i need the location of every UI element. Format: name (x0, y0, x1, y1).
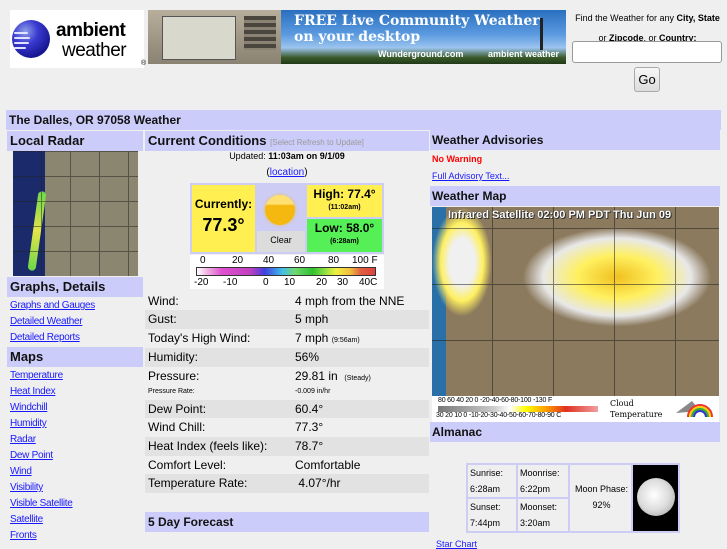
five-day-forecast-header: 5 Day Forecast (145, 512, 429, 532)
map-link-visible-satellite[interactable]: Visible Satellite (10, 498, 73, 509)
local-radar-header: Local Radar (7, 131, 143, 151)
globe-icon (12, 20, 50, 58)
current-temperature: Currently: 77.3° (192, 185, 255, 252)
sun-icon (265, 195, 295, 225)
registered-mark: ® (141, 60, 147, 67)
full-advisory-link[interactable]: Full Advisory Text... (432, 171, 509, 181)
weather-map-header: Weather Map (430, 186, 720, 206)
row-temperature-rate: Temperature Rate: 4.07°/hr (145, 474, 429, 493)
row-gust: Gust: 5 mph (145, 310, 429, 329)
moonset-cell: Moonset: 3:20am (518, 499, 568, 531)
wunderground-logo-icon (676, 401, 713, 418)
go-button[interactable]: Go (634, 67, 660, 92)
moon-phase-image (633, 465, 678, 531)
moon-phase-cell: Moon Phase: 92% (570, 465, 631, 531)
banner-headline: FREE Live Community Weather (294, 13, 540, 29)
row-humidity: Humidity: 56% (145, 348, 429, 367)
current-temp-value: 77.3° (202, 215, 245, 235)
banner-subheadline: on your desktop (294, 29, 421, 45)
sunrise-cell: Sunrise: 6:28am (468, 465, 516, 497)
high-temperature: High: 77.4° (11:02am) (307, 185, 382, 217)
sky-condition-text: Clear (270, 235, 292, 245)
banner-partner-wunderground: Wunderground.com (378, 49, 464, 59)
page-title: The Dalles, OR 97058 Weather (6, 110, 721, 130)
current-conditions-header: Current Conditions [Select Refresh to Up… (145, 131, 429, 151)
link-detailed-weather[interactable]: Detailed Weather (10, 316, 83, 327)
color-scale-bar (196, 267, 376, 276)
row-high-wind: Today's High Wind: 7 mph (9:56am) (148, 331, 360, 345)
satellite-map-title: Infrared Satellite 02:00 PM PDT Thu Jun … (448, 209, 672, 221)
refresh-hint: [Select Refresh to Update] (270, 138, 364, 147)
row-wind: Wind: 4 mph from the NNE (148, 294, 405, 308)
low-temperature: Low: 58.0° (6:28am) (307, 219, 382, 252)
star-chart-link[interactable]: Star Chart (436, 539, 477, 549)
infrared-satellite-map[interactable]: Infrared Satellite 02:00 PM PDT Thu Jun … (432, 207, 719, 396)
map-link-radar[interactable]: Radar (10, 434, 36, 445)
logo-text-weather: weather (62, 40, 127, 61)
map-link-windchill[interactable]: Windchill (10, 402, 48, 413)
row-heat-index: Heat Index (feels like): 78.7° (145, 437, 429, 456)
wind-vane-icon (540, 18, 543, 50)
sky-condition: Clear (257, 185, 305, 252)
ambient-weather-logo[interactable]: ambient weather ® (10, 10, 147, 68)
map-link-visibility[interactable]: Visibility (10, 482, 43, 493)
weather-advisories-header: Weather Advisories (430, 130, 720, 150)
link-graphs-and-gauges[interactable]: Graphs and Gauges (10, 300, 95, 311)
row-pressure-rate: Pressure Rate: -0.009 in/hr (148, 388, 331, 395)
updated-timestamp: Updated: 11:03am on 9/1/09 (229, 151, 345, 161)
map-link-dew-point[interactable]: Dew Point (10, 450, 53, 461)
promo-banner[interactable]: FREE Live Community Weather on your desk… (148, 10, 566, 64)
row-pressure: Pressure: 29.81 in (Steady) (148, 369, 371, 383)
map-link-fronts[interactable]: Fronts (10, 530, 37, 541)
map-link-heat-index[interactable]: Heat Index (10, 386, 56, 397)
link-detailed-reports[interactable]: Detailed Reports (10, 332, 80, 343)
temperature-color-scale: 0 20 40 60 80 100 F -20 -10 0 10 20 30 4… (190, 255, 384, 289)
weather-station-image (148, 10, 281, 64)
location-line: (location) (266, 167, 308, 178)
cloud-temperature-legend: 80 60 40 20 0 -20-40-60-80-100 -130 F 30… (432, 396, 719, 422)
local-radar-map[interactable] (13, 151, 138, 276)
map-link-satellite[interactable]: Satellite (10, 514, 43, 525)
warning-status: No Warning (432, 154, 483, 164)
logo-text-ambient: ambient (56, 20, 126, 41)
location-link[interactable]: location (270, 167, 304, 178)
row-dew-point: Dew Point: 60.4° (145, 400, 429, 418)
moon-icon (637, 478, 675, 516)
graphs-details-header: Graphs, Details (7, 277, 143, 297)
row-wind-chill: Wind Chill: 77.3° (148, 420, 324, 434)
almanac-header: Almanac (430, 422, 720, 442)
moonrise-cell: Moonrise: 6:22pm (518, 465, 568, 497)
map-link-wind[interactable]: Wind (10, 466, 32, 477)
map-link-temperature[interactable]: Temperature (10, 370, 63, 381)
banner-partner-ambient: ambient weather (488, 49, 560, 59)
location-search-input[interactable] (572, 41, 722, 63)
map-link-humidity[interactable]: Humidity (10, 418, 47, 429)
sunset-cell: Sunset: 7:44pm (468, 499, 516, 531)
maps-header: Maps (7, 347, 143, 367)
row-comfort-level: Comfort Level: Comfortable (148, 458, 361, 472)
almanac-table: Sunrise: 6:28am Moonrise: 6:22pm Sunset: 7:… (466, 463, 680, 533)
